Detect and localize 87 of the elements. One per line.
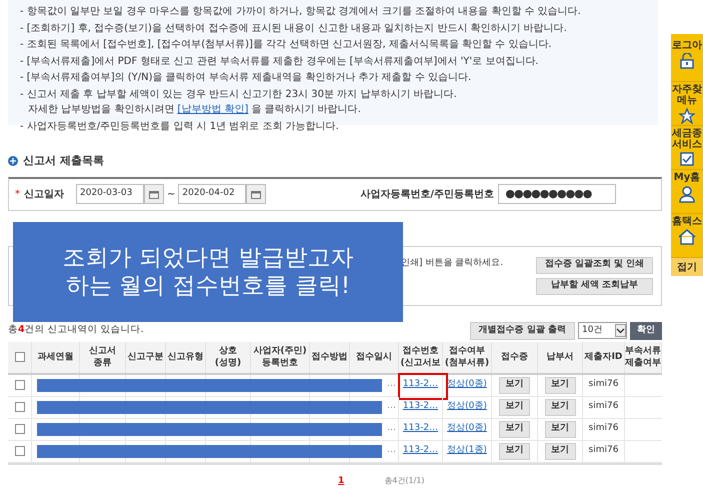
column-header: 접수방법 — [312, 351, 348, 363]
note-text: - 항목값이 일부만 보일 경우 마우스를 항목값에 가까이 하거나, 항목값 경계에서 크기를 조절하여 내용을 확인할 수 있습니다. — [20, 5, 582, 19]
status-link[interactable]: 정상(0종) — [447, 400, 487, 414]
id-label: 사업자등록번호/주민등록번호 — [360, 188, 496, 202]
bullet-icon — [8, 156, 18, 166]
note-text: - 조회된 목록에서 [접수번호], [접수여부(첨부서류)]를 각각 선택하면 신고서원장, 제출서식목록을 확인할 수 있습니다. — [20, 38, 553, 52]
note-text: - 사업자등록번호/주민등록번호를 입력 시 1년 범위로 조회 가능합니다. — [20, 120, 340, 134]
bulk-print-button[interactable]: 개별접수증 일괄 출력 — [470, 322, 575, 340]
column-header: 접수증 — [501, 351, 528, 363]
date-from-field[interactable]: 2020-03-03 — [76, 184, 144, 204]
quick-menu-label[interactable]: 자주찾 메뉴 — [672, 84, 702, 106]
payment-method-link[interactable]: [납부방법 확인] — [177, 102, 248, 118]
table-cell-text: simi76 — [588, 378, 618, 392]
checkbox-icon — [680, 152, 694, 166]
column-header: 사업자(주민) 등록번호 — [253, 345, 307, 369]
column-header: 제출자ID — [584, 351, 622, 363]
star-icon — [679, 108, 695, 124]
calendar-icon — [149, 190, 159, 198]
column-header: 접수여부 (첨부서류) — [444, 345, 490, 369]
receipt-number-link[interactable]: 113-2… — [402, 444, 438, 458]
page-total: 총4건(1/1) — [384, 475, 424, 488]
table-cell-text: simi76 — [588, 400, 618, 414]
section-title: 신고서 제출목록 — [23, 153, 104, 169]
note-text: - [부속서류제출]에서 PDF 형태로 신고 관련 부속서류를 제출한 경우에는 [부속서류제출여부]에서 'Y'로 보여집니다. — [20, 54, 540, 68]
table-cell-text: … — [387, 422, 396, 436]
table-cell-text: … — [387, 400, 396, 414]
house-icon — [678, 229, 696, 245]
table-cell-text: simi76 — [588, 444, 618, 458]
action-button[interactable]: 납부할 세액 조회납부 — [536, 278, 653, 294]
column-header: 접수번호 (신고서보 — [400, 345, 441, 369]
quick-menu-label[interactable]: My홈 — [674, 172, 700, 183]
caret-icon — [615, 324, 626, 337]
calendar-button[interactable] — [144, 184, 164, 204]
column-header: 신고유형 — [168, 351, 204, 363]
table-cell-text: simi76 — [588, 422, 618, 436]
column-header: 부속서류 제출여부 — [625, 345, 661, 369]
calendar-icon — [251, 190, 262, 198]
view-receipt-button[interactable]: 보기 — [499, 442, 530, 460]
receipt-number-link[interactable]: 113-2… — [402, 422, 438, 436]
confirm-button[interactable]: 확인 — [630, 322, 662, 340]
column-header: 납부서 — [546, 351, 574, 363]
view-payment-button[interactable]: 보기 — [544, 376, 576, 394]
instruction-text: 조회가 되었다면 발급받고자 — [62, 244, 354, 272]
view-receipt-button[interactable]: 보기 — [499, 420, 530, 438]
fold-button[interactable]: 접기 — [671, 258, 703, 276]
note-text: 을 클릭하시기 바랍니다. — [251, 103, 361, 117]
note-text: - [조회하기] 후, 접수증(보기)을 선택하여 접수증에 표시된 내용이 신고한 내용과 일치하는지 반드시 확인하시기 바랍니다. — [20, 22, 568, 36]
note-text: - [부속서류제출여부]의 (Y/N)을 클릭하여 부속서류 제출내역을 확인하거나 추가 제출할 수 있습니다. — [20, 71, 472, 85]
page-size-select[interactable]: 10건 — [578, 322, 627, 339]
table-cell-text: … — [387, 378, 396, 392]
row-checkbox[interactable] — [14, 402, 24, 412]
status-link[interactable]: 정상(0종) — [447, 422, 487, 436]
required-mark: * — [15, 188, 20, 202]
view-receipt-button[interactable]: 보기 — [499, 398, 530, 416]
instruction-text: 하는 월의 접수번호를 클릭! — [66, 272, 350, 300]
summary-text: 총4건의 신고내역이 있습니다. — [8, 323, 144, 338]
column-header: 신고구분 — [128, 351, 164, 363]
status-link[interactable]: 정상(0종) — [447, 378, 487, 392]
date-label: 신고일자 — [24, 188, 65, 202]
page-link[interactable]: 1 — [338, 474, 344, 488]
tilde-text: ~ — [167, 188, 176, 202]
view-receipt-button[interactable]: 보기 — [499, 376, 530, 394]
status-link[interactable]: 정상(1종) — [447, 444, 487, 458]
view-payment-button[interactable]: 보기 — [544, 398, 576, 416]
row-checkbox[interactable] — [14, 446, 24, 456]
table-cell-text: … — [387, 444, 396, 458]
quick-menu-label[interactable]: 로그아 — [672, 40, 702, 51]
row-checkbox[interactable] — [14, 424, 24, 434]
action-button[interactable]: 접수증 일괄조회 및 인쇄 — [536, 256, 653, 274]
view-payment-button[interactable]: 보기 — [544, 442, 576, 460]
receipt-number-link[interactable]: 113-2… — [402, 378, 438, 392]
column-header: 과세연월 — [38, 351, 74, 363]
note-text: 자세한 납부방법을 확인하시려면 — [28, 103, 174, 117]
quick-menu-label[interactable]: 홈택스 — [672, 216, 702, 227]
view-payment-button[interactable]: 보기 — [544, 420, 576, 438]
column-header: 신고서 종류 — [89, 345, 116, 369]
date-to-field[interactable]: 2020-04-02 — [178, 184, 246, 204]
select-all-checkbox[interactable] — [14, 352, 24, 362]
column-header: 접수일시 — [356, 351, 392, 363]
note-text: - 신고서 제출 후 납부할 세액이 있는 경우 반드시 신고기한 23시 30분 까지 납부하시기 바랍니다. — [20, 88, 458, 102]
person-icon — [678, 185, 696, 203]
receipt-number-link[interactable]: 113-2… — [402, 400, 438, 414]
id-field[interactable]: ●●●●●●●●●● — [498, 184, 616, 204]
calendar-button[interactable] — [246, 184, 266, 204]
row-checkbox[interactable] — [14, 380, 24, 390]
quick-menu-label[interactable]: 세금종 서비스 — [672, 128, 702, 150]
column-header: 상호 (성명) — [214, 345, 242, 369]
